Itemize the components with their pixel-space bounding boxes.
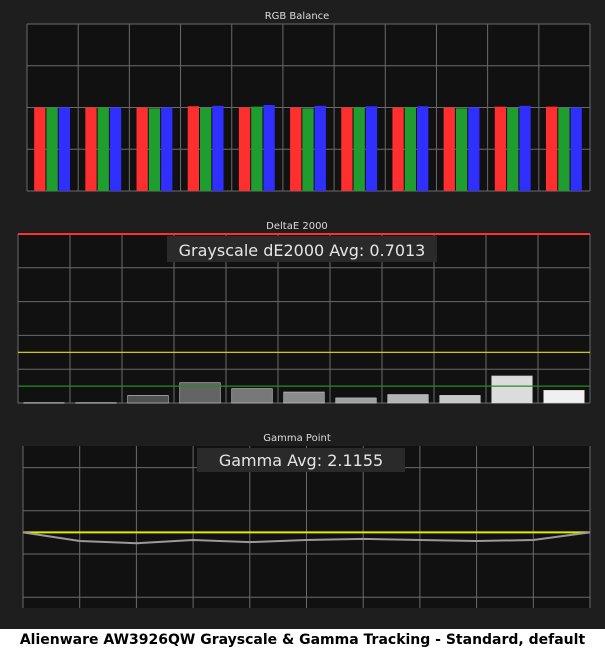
rgb-bar-red	[290, 107, 302, 191]
deltae-bar	[335, 397, 377, 404]
rgb-bar-green	[97, 107, 109, 191]
deltae-bar	[543, 390, 585, 404]
rgb-chart-title: RGB Balance	[265, 11, 330, 22]
rgb-bar-green	[46, 107, 58, 191]
rgb-bar-blue	[365, 106, 378, 191]
rgb-bar-green	[507, 107, 519, 191]
rgb-bar-red	[392, 107, 404, 191]
deltae-bar	[231, 388, 273, 404]
deltae-bar	[127, 395, 169, 404]
rgb-bar-blue	[161, 107, 173, 191]
deltae-average-annotation: Grayscale dE2000 Avg: 0.7013	[179, 241, 426, 260]
rgb-bar-blue	[263, 104, 275, 191]
gamma-average-annotation: Gamma Avg: 2.1155	[219, 451, 383, 470]
rgb-bar-red	[341, 107, 353, 191]
deltae-bar	[283, 391, 325, 404]
rgb-bar-red	[34, 107, 46, 191]
deltae-bar	[23, 402, 65, 404]
deltae-bar	[387, 394, 429, 404]
rgb-bar-blue	[519, 105, 531, 191]
rgb-bar-red	[238, 107, 251, 191]
rgb-bar-blue	[212, 105, 224, 191]
figure-caption: Alienware AW3926QW Grayscale & Gamma Tra…	[19, 632, 586, 648]
rgb-bar-red	[494, 106, 507, 191]
rgb-bar-red	[545, 106, 558, 191]
rgb-balance-panel: RGB Balance	[0, 0, 605, 212]
rgb-bar-green	[251, 106, 263, 191]
rgb-bar-green	[404, 107, 417, 191]
deltae-bar	[439, 395, 481, 404]
rgb-bar-green	[199, 107, 212, 191]
deltae-panel: DeltaE 2000 Grayscale dE2000 Avg: 0.7013	[0, 212, 605, 423]
rgb-bar-blue	[58, 107, 71, 191]
deltae-bar	[75, 402, 117, 404]
rgb-bar-blue	[570, 107, 582, 191]
rgb-bar-red	[136, 107, 148, 191]
gamma-panel: Gamma Point Gamma Avg: 2.1155	[0, 423, 605, 629]
rgb-bar-green	[558, 107, 570, 191]
rgb-bar-green	[302, 108, 314, 191]
rgb-bar-green	[455, 108, 468, 191]
rgb-bar-red	[187, 106, 199, 191]
deltae-bar	[491, 375, 533, 404]
rgb-bar-green	[353, 107, 365, 191]
rgb-bar-red	[85, 107, 97, 191]
rgb-bar-blue	[468, 107, 480, 191]
rgb-bar-blue	[417, 106, 429, 191]
rgb-bar-green	[148, 108, 161, 191]
rgb-bar-red	[443, 107, 455, 191]
rgb-bar-blue	[109, 107, 122, 191]
deltae-chart-title: DeltaE 2000	[266, 221, 328, 232]
gamma-chart-title: Gamma Point	[263, 433, 331, 444]
rgb-bar-blue	[314, 105, 326, 191]
calibration-charts: RGB Balance DeltaE 2000 Grayscale dE2000…	[0, 0, 605, 629]
